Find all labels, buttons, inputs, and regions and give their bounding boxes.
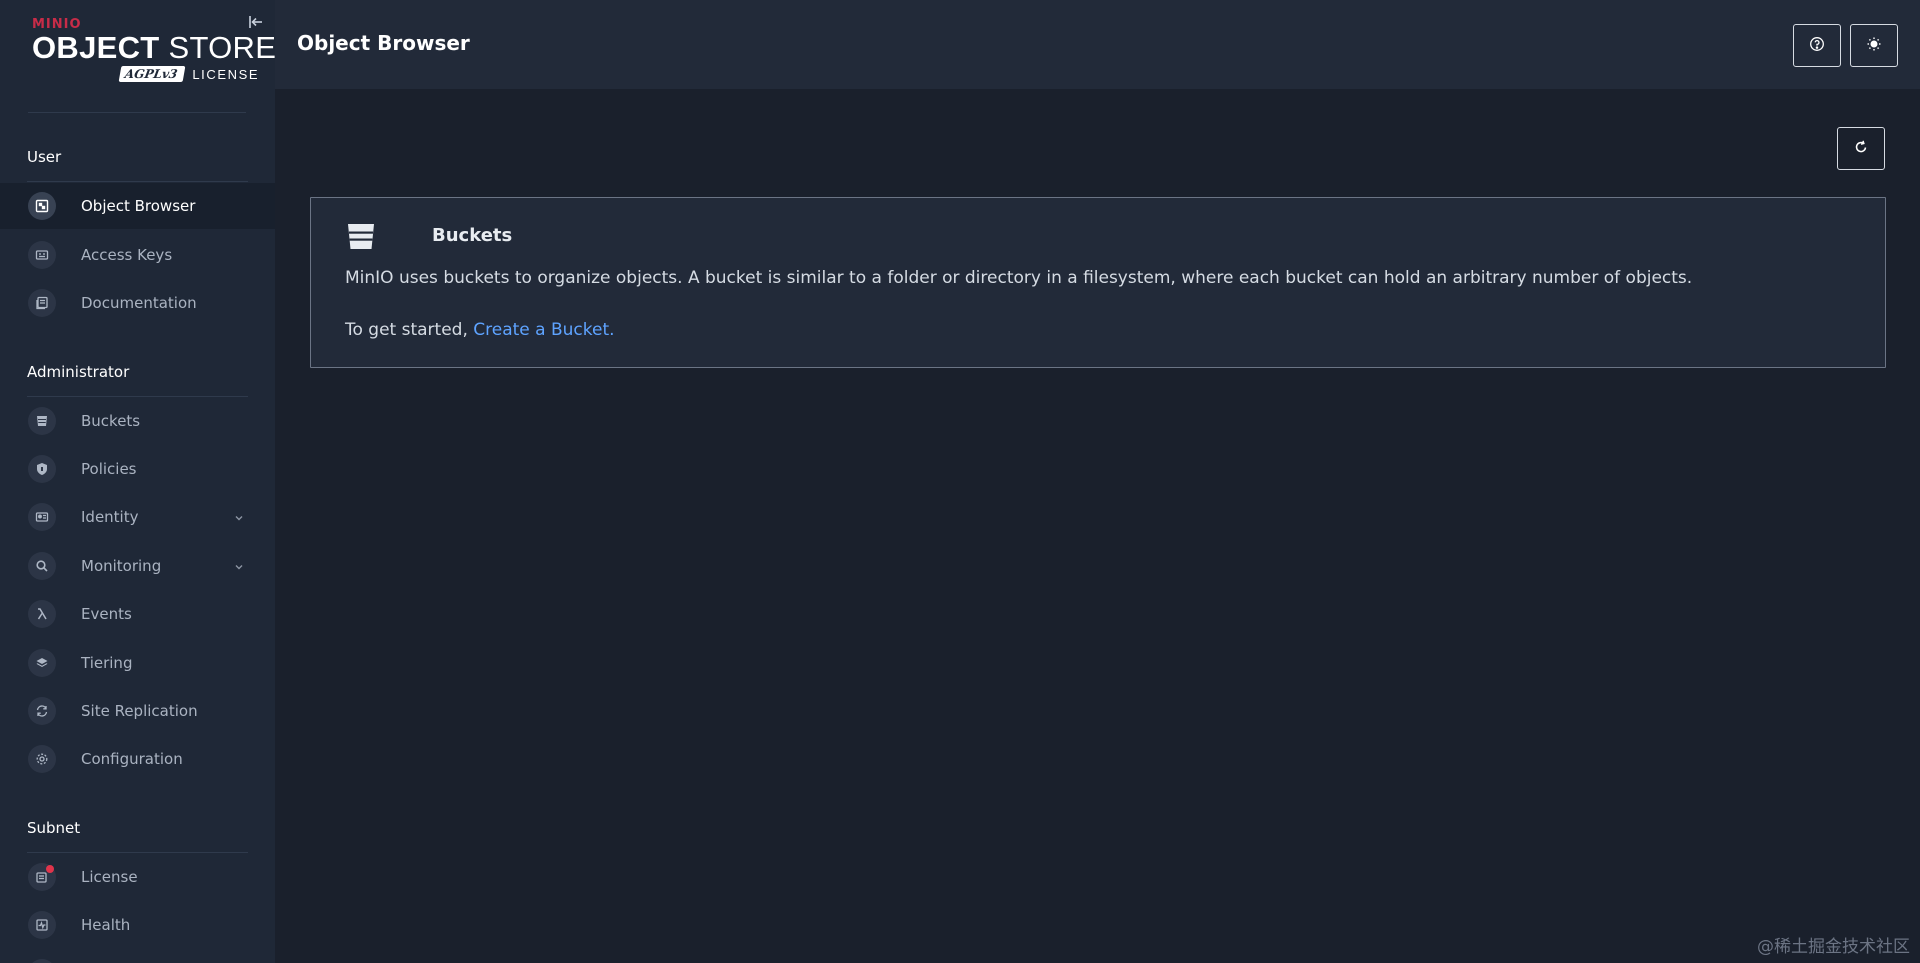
sidebar-item-label: Policies <box>81 460 137 478</box>
gear-icon <box>28 745 56 773</box>
help-icon <box>1809 36 1825 56</box>
page-title: Object Browser <box>297 31 470 55</box>
info-title: Buckets <box>432 225 513 246</box>
section-rule <box>27 396 248 397</box>
sidebar-item-configuration[interactable]: Configuration <box>0 736 275 782</box>
top-header: Object Browser <box>275 0 1920 89</box>
agpl-badge: AGPLv3 <box>118 66 186 82</box>
sidebar-item-label: Site Replication <box>81 702 198 720</box>
sidebar-item-label: Events <box>81 605 132 623</box>
object-browser-icon <box>28 192 56 220</box>
sidebar-item-access-keys[interactable]: Access Keys <box>0 232 275 278</box>
section-rule <box>27 181 248 182</box>
sidebar-item-site-replication[interactable]: Site Replication <box>0 688 275 734</box>
brand-license-row: AGPLv3 LICENSE <box>118 66 260 82</box>
brand-product: OBJECT STORE <box>32 30 275 65</box>
info-cta: To get started, Create a Bucket. <box>345 320 615 340</box>
chevron-down-icon[interactable] <box>232 510 246 524</box>
brand-product-light: STORE <box>168 30 275 65</box>
help-button[interactable] <box>1793 24 1841 67</box>
sidebar-item-object-browser[interactable]: Object Browser <box>0 183 275 229</box>
sidebar-item-monitoring[interactable]: Monitoring <box>0 543 275 589</box>
buckets-info-box: Buckets MinIO uses buckets to organize o… <box>310 197 1886 368</box>
sidebar-item-buckets[interactable]: Buckets <box>0 398 275 444</box>
info-cta-prefix: To get started, <box>345 320 474 340</box>
bucket-icon <box>345 220 377 252</box>
theme-toggle-button[interactable] <box>1850 24 1898 67</box>
brand-divider <box>28 112 246 113</box>
sidebar-item-documentation[interactable]: Documentation <box>0 280 275 326</box>
sidebar-item-label: Object Browser <box>81 197 196 215</box>
brand-logo: MINIO OBJECT STORE AGPLv3 LICENSE <box>32 18 275 82</box>
sidebar-item-label: Tiering <box>81 654 133 672</box>
sidebar-item-license[interactable]: License <box>0 854 275 900</box>
create-bucket-link[interactable]: Create a Bucket. <box>473 320 614 340</box>
access-keys-icon <box>28 241 56 269</box>
policies-icon <box>28 455 56 483</box>
refresh-button[interactable] <box>1837 127 1885 170</box>
info-description: MinIO uses buckets to organize objects. … <box>345 268 1693 288</box>
health-icon <box>28 911 56 939</box>
sidebar-item-identity[interactable]: Identity <box>0 494 275 540</box>
section-rule <box>27 852 248 853</box>
identity-icon <box>28 503 56 531</box>
site-replication-icon <box>28 697 56 725</box>
sidebar-item-label: Health <box>81 916 131 934</box>
monitoring-icon <box>28 552 56 580</box>
section-label-user: User <box>27 148 62 166</box>
sidebar: MINIO OBJECT STORE AGPLv3 LICENSE User O… <box>0 0 275 963</box>
sidebar-item-label: Monitoring <box>81 557 162 575</box>
app-root: MINIO OBJECT STORE AGPLv3 LICENSE User O… <box>0 0 1920 963</box>
buckets-icon <box>28 407 56 435</box>
chevron-down-icon[interactable] <box>232 559 246 573</box>
watermark: @稀土掘金技术社区 <box>1757 937 1910 957</box>
brand-license-text: LICENSE <box>192 66 260 82</box>
sidebar-item-tiering[interactable]: Tiering <box>0 640 275 686</box>
section-label-subnet: Subnet <box>27 819 81 837</box>
brand-product-bold: OBJECT <box>32 30 160 65</box>
sidebar-item-more[interactable] <box>0 950 275 963</box>
sidebar-item-label: Documentation <box>81 294 197 312</box>
sidebar-item-label: Access Keys <box>81 246 173 264</box>
sidebar-item-label: License <box>81 868 138 886</box>
documentation-icon <box>28 289 56 317</box>
notification-dot <box>46 865 54 873</box>
collapse-sidebar-icon[interactable] <box>246 12 266 32</box>
sidebar-item-events[interactable]: Events <box>0 591 275 637</box>
sidebar-item-policies[interactable]: Policies <box>0 446 275 492</box>
sun-icon <box>1866 36 1882 56</box>
more-icon <box>28 959 56 963</box>
license-icon <box>28 863 56 891</box>
sidebar-item-label: Identity <box>81 508 139 526</box>
refresh-icon <box>1853 139 1869 159</box>
main-content: Buckets MinIO uses buckets to organize o… <box>275 89 1920 963</box>
sidebar-item-label: Buckets <box>81 412 141 430</box>
sidebar-item-label: Configuration <box>81 750 183 768</box>
tiering-icon <box>28 649 56 677</box>
section-label-administrator: Administrator <box>27 363 130 381</box>
lambda-icon <box>28 600 56 628</box>
sidebar-item-health[interactable]: Health <box>0 902 275 948</box>
